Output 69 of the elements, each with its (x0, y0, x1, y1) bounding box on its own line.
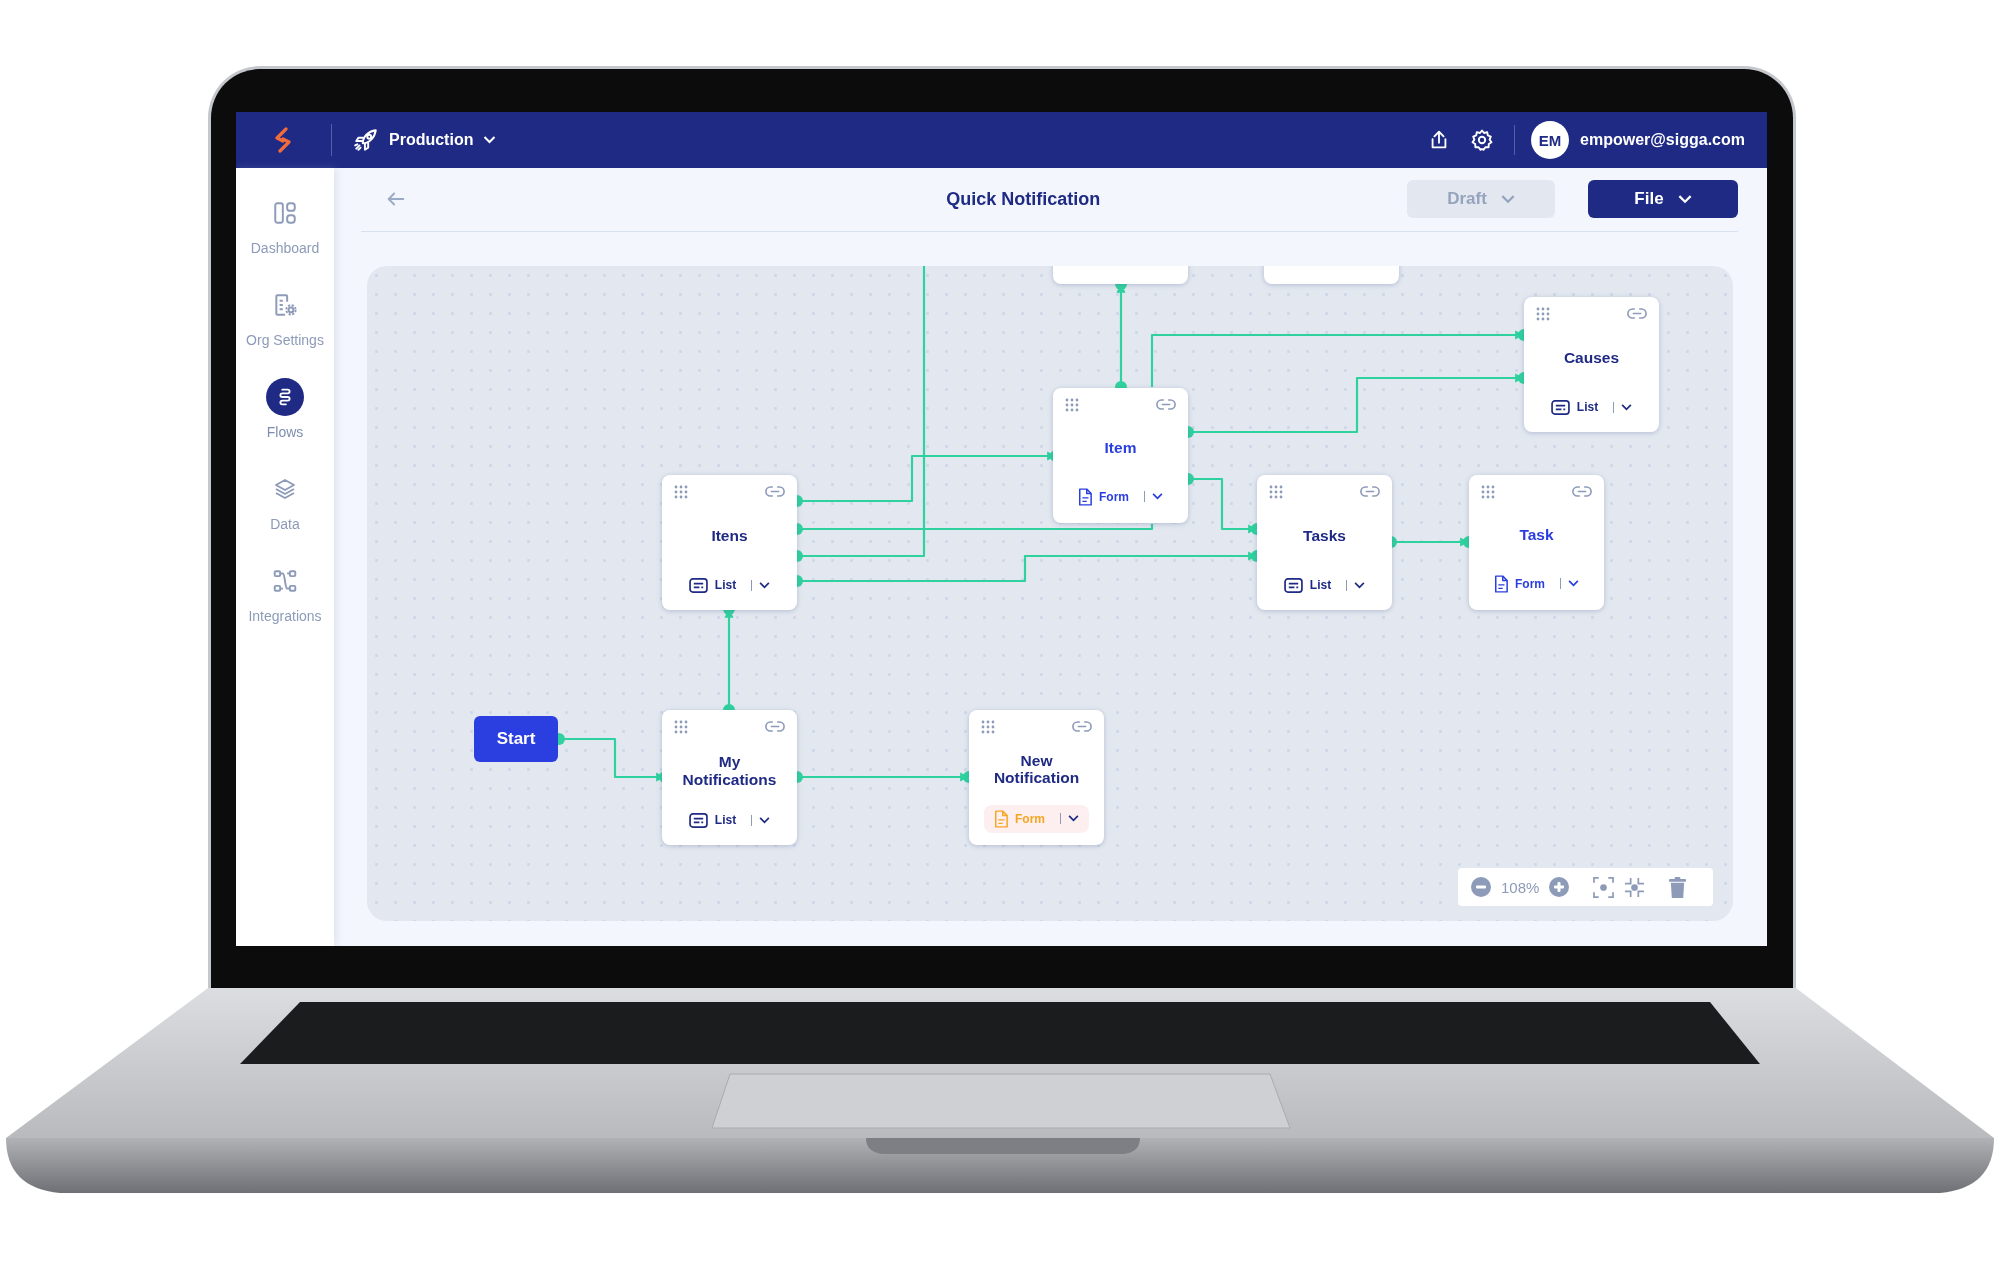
user-email: empower@sigga.com (1580, 131, 1745, 149)
settings-icon (272, 292, 298, 318)
zoom-out-icon[interactable] (1471, 877, 1491, 897)
grip-icon[interactable] (674, 719, 688, 734)
node-title: My Notifications (681, 752, 778, 790)
trash-icon[interactable] (1669, 876, 1687, 898)
flow-node[interactable]: Task Form (1469, 474, 1604, 610)
rocket-icon (353, 127, 379, 153)
page-title: Quick Notification (946, 188, 1101, 210)
chevron-down-icon (759, 581, 771, 589)
node-title: Tasks (1302, 526, 1347, 546)
list-icon (688, 812, 708, 828)
integrations-icon (272, 568, 298, 594)
flow-node[interactable]: Causes List (1524, 296, 1659, 432)
dashboard-icon (272, 200, 298, 226)
grip-icon[interactable] (981, 719, 995, 734)
settings-icon[interactable] (1470, 128, 1494, 152)
flow-node[interactable]: Item Form (1053, 387, 1188, 523)
node-type-dropdown[interactable]: Form (1068, 482, 1173, 511)
environment-dropdown[interactable]: Production (353, 127, 497, 153)
grip-icon[interactable] (1481, 484, 1495, 499)
link-icon[interactable] (1572, 485, 1592, 499)
flow-node[interactable]: Itens List (662, 474, 797, 610)
link-icon[interactable] (765, 485, 785, 499)
node-title: Task (1518, 524, 1555, 545)
user-avatar[interactable]: EM (1531, 121, 1569, 159)
node-type-dropdown[interactable]: List (678, 572, 781, 598)
chevron-down-icon (759, 816, 771, 824)
flow-node[interactable]: New Notification Form (969, 709, 1104, 845)
start-button[interactable]: Start (474, 715, 558, 762)
link-icon[interactable] (1156, 398, 1176, 412)
chevron-down-icon (1500, 194, 1515, 204)
chevron-down-icon (1354, 581, 1366, 589)
dropdown-button[interactable]: File (1588, 180, 1738, 219)
list-icon (688, 577, 708, 593)
document-icon (994, 809, 1008, 828)
flow-node[interactable]: My Notifications List (662, 709, 797, 845)
link-icon[interactable] (1360, 485, 1380, 499)
grip-icon[interactable] (1269, 484, 1283, 499)
grip-icon[interactable] (674, 484, 688, 499)
node-title: Itens (710, 526, 749, 546)
chevron-down-icon (1568, 580, 1579, 588)
node-type-dropdown[interactable]: Form (1484, 569, 1589, 598)
link-icon[interactable] (765, 720, 785, 734)
node-title: New Notification (992, 750, 1081, 789)
zoom-in-icon[interactable] (1549, 877, 1570, 897)
chevron-down-icon (1677, 194, 1692, 204)
grip-icon[interactable] (1065, 397, 1079, 412)
node-title: Causes (1562, 348, 1621, 368)
link-icon[interactable] (1627, 307, 1647, 321)
focus-icon[interactable] (1624, 876, 1646, 898)
node-type-dropdown[interactable]: List (678, 807, 781, 833)
document-icon (1078, 487, 1092, 506)
node-type-dropdown[interactable]: List (1540, 394, 1643, 420)
node-title: Item (1103, 437, 1138, 458)
link-icon[interactable] (1072, 720, 1092, 734)
list-icon (1283, 577, 1303, 593)
list-icon (1550, 399, 1570, 415)
grip-icon[interactable] (1536, 306, 1550, 321)
layers-icon (273, 477, 297, 501)
node-type-dropdown[interactable]: List (1273, 572, 1376, 598)
zoom-level: 108% (1501, 878, 1540, 896)
document-icon (1494, 574, 1508, 593)
fit-view-icon[interactable] (1593, 876, 1615, 898)
chevron-down-icon (1621, 403, 1633, 411)
chevron-down-icon (1068, 815, 1079, 823)
chevron-down-icon (483, 136, 497, 144)
flow-node[interactable]: Tasks List (1257, 474, 1392, 610)
chevron-down-icon (1152, 493, 1163, 501)
